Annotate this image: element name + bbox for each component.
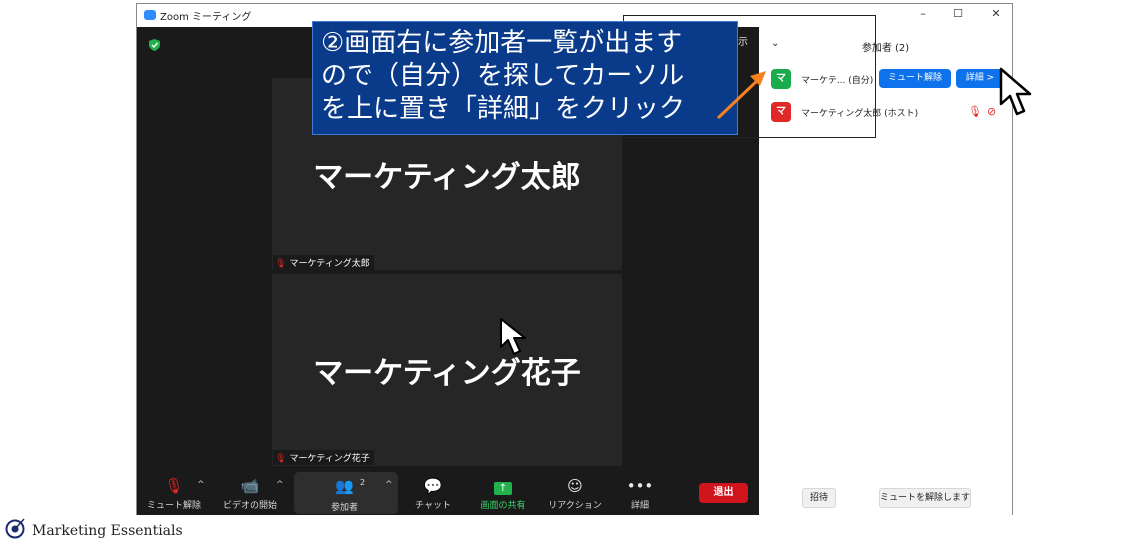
callout-line: ②画面右に参加者一覧が出ます [321, 28, 683, 58]
chat-button[interactable]: 💬 チャット [407, 469, 459, 515]
share-screen-button[interactable]: ↑ 画面の共有 [472, 469, 534, 515]
muted-mic-icon: 🎙 [275, 454, 287, 464]
unmute-button[interactable]: 🎙 ミュート解除 [143, 469, 205, 515]
participant-display-name: マーケティング花子 [313, 356, 581, 391]
chat-label: チャット [415, 501, 451, 511]
brand-logo-icon [5, 518, 25, 539]
muted-mic-icon: 🎙 [275, 259, 287, 269]
chat-icon: 💬 [423, 477, 443, 495]
participant-display-name: マーケティング太郎 [313, 160, 581, 195]
muted-mic-icon: 🎙 [968, 105, 982, 118]
more-label: 詳細 [630, 501, 649, 511]
video-options-caret[interactable]: ^ [276, 480, 284, 490]
callout-line: を上に置き「詳細」をクリック [321, 94, 686, 124]
shield-icon[interactable] [149, 39, 160, 51]
unmute-me-button[interactable]: ミュートを解除します [879, 488, 971, 508]
mouse-cursor-icon [999, 67, 1032, 116]
participant-more-button[interactable]: 詳細 > [956, 69, 1004, 88]
reactions-button[interactable]: ☺ リアクション [545, 469, 605, 515]
mouse-cursor-icon [500, 318, 526, 355]
participants-options-caret[interactable]: ^ [385, 480, 393, 490]
instruction-callout: ②画面右に参加者一覧が出ます ので（自分）を探してカーソル を上に置き「詳細」を… [312, 21, 738, 135]
participant-label: 🎙 マーケティング花子 [273, 450, 374, 465]
video-off-icon: ⊘ [987, 105, 997, 118]
start-video-button[interactable]: 📹 ビデオの開始 [217, 469, 283, 515]
brand-name: Marketing Essentials [32, 523, 183, 539]
window-title: Zoom ミーティング [160, 12, 252, 23]
reaction-icon: ☺ [567, 477, 583, 495]
share-screen-icon: ↑ [472, 477, 534, 495]
audio-options-caret[interactable]: ^ [197, 480, 205, 490]
more-dots-icon: ••• [626, 477, 654, 495]
maximize-button[interactable]: ☐ [950, 7, 966, 20]
share-screen-label: 画面の共有 [480, 501, 526, 511]
participant-label-text: マーケティング花子 [289, 454, 370, 464]
participants-label: 参加者 [331, 503, 359, 513]
meeting-toolbar: 🎙 ミュート解除 ^ 📹 ビデオの開始 ^ 👥 2 参加者 ^ 💬 チャット ↑… [137, 469, 759, 515]
unmute-label: ミュート解除 [146, 501, 201, 511]
start-video-label: ビデオの開始 [222, 501, 277, 511]
minimize-button[interactable]: – [915, 7, 931, 20]
unmute-participant-button[interactable]: ミュート解除 [879, 69, 951, 88]
participants-button[interactable]: 👥 2 参加者 ^ [294, 472, 398, 514]
muted-mic-icon: 🎙 [164, 477, 184, 495]
callout-arrow-icon [716, 71, 766, 120]
more-button[interactable]: ••• 詳細 [617, 469, 663, 515]
leave-button[interactable]: 退出 [699, 483, 748, 503]
video-off-icon: 📹 [240, 477, 260, 495]
reactions-label: リアクション [548, 501, 602, 511]
panel-footer: 招待 ミュートを解除します [759, 488, 1012, 508]
close-button[interactable]: ✕ [988, 7, 1004, 20]
participants-icon: 👥 [335, 477, 354, 495]
callout-line: ので（自分）を探してカーソル [321, 61, 685, 91]
invite-button[interactable]: 招待 [802, 488, 836, 508]
zoom-logo-icon [144, 10, 156, 20]
participant-label-text: マーケティング太郎 [289, 259, 370, 269]
video-tile[interactable]: マーケティング花子 🎙 マーケティング花子 [272, 274, 622, 466]
participants-count: 2 [360, 478, 366, 487]
participant-label: 🎙 マーケティング太郎 [273, 255, 374, 270]
